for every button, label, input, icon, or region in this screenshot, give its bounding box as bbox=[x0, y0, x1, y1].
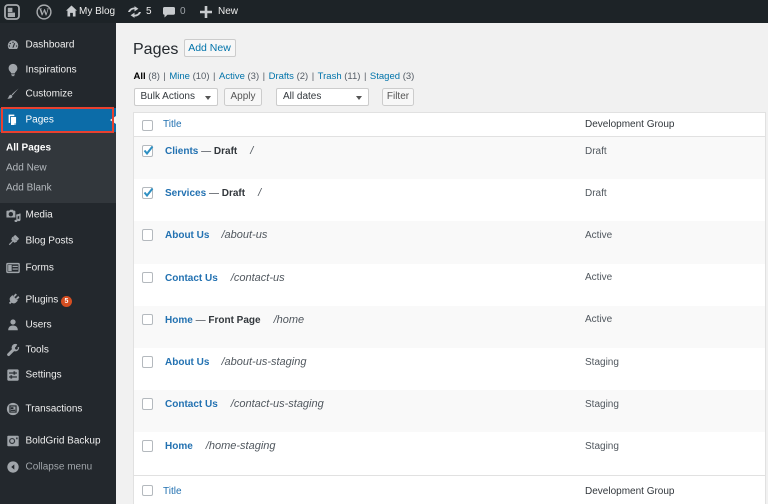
svg-text:W: W bbox=[39, 7, 50, 18]
